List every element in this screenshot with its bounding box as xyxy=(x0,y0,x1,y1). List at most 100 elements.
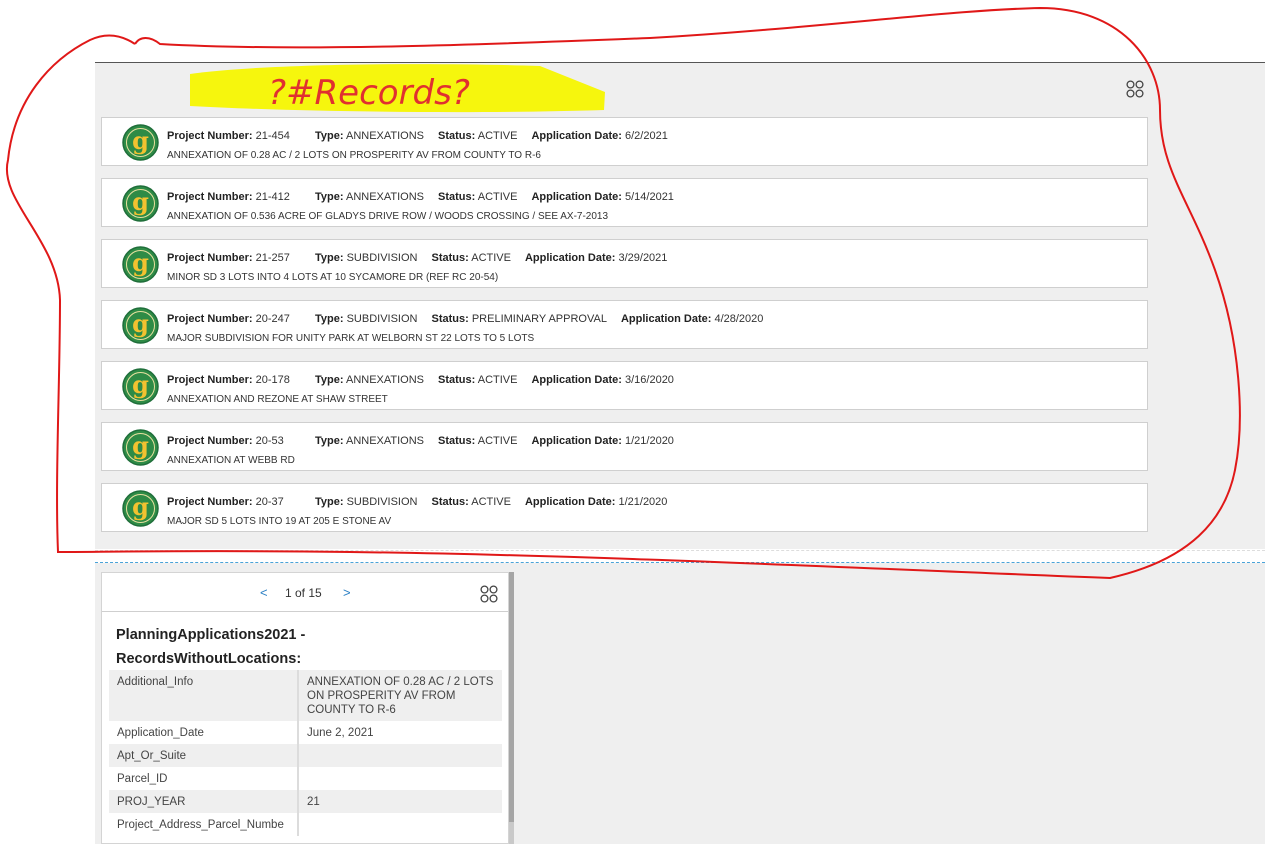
feature-popup: < 1 of 15 > PlanningApplications2021 - R… xyxy=(101,572,509,844)
project-number-value: 20-53 xyxy=(252,435,284,447)
record-status-value: ACTIVE xyxy=(475,374,518,386)
application-date-value: 3/16/2020 xyxy=(621,374,674,386)
record-status-label: Status: xyxy=(431,252,469,264)
record-type-field: Type: SUBDIVISION xyxy=(315,252,418,264)
section-divider xyxy=(95,550,1265,551)
record-status-field: Status: PRELIMINARY APPROVAL xyxy=(432,313,607,325)
attribute-key: Project_Address_Parcel_Numbe xyxy=(109,813,299,836)
attribute-value: 21 xyxy=(298,790,502,813)
popup-pager: < 1 of 15 > xyxy=(102,573,508,612)
application-date-field: Application Date: 1/21/2020 xyxy=(525,496,667,508)
application-date-value: 3/29/2021 xyxy=(615,252,668,264)
project-number-field: Project Number: 21-412 xyxy=(167,191,315,203)
record-description: ANNEXATION OF 0.536 ACRE OF GLADYS DRIVE… xyxy=(167,211,609,222)
table-row: PROJ_YEAR 21 xyxy=(109,790,502,813)
project-number-value: 21-412 xyxy=(252,191,290,203)
record-status-label: Status: xyxy=(431,313,469,325)
record-status-field: Status: ACTIVE xyxy=(432,496,511,508)
svg-text:g: g xyxy=(132,187,149,216)
application-date-label: Application Date: xyxy=(531,191,622,203)
record-card[interactable]: g Project Number: 21-454 Type: ANNEXATIONS… xyxy=(101,117,1148,166)
svg-text:g: g xyxy=(132,492,149,521)
record-type-value: ANNEXATIONS xyxy=(343,435,425,447)
city-logo-icon: g xyxy=(122,490,159,527)
record-card[interactable]: g Project Number: 20-178 Type: ANNEXATIONS… xyxy=(101,361,1148,410)
record-status-field: Status: ACTIVE xyxy=(438,191,517,203)
record-description: ANNEXATION AND REZONE AT SHAW STREET xyxy=(167,394,388,405)
record-type-value: ANNEXATIONS xyxy=(343,191,425,203)
record-type-field: Type: ANNEXATIONS xyxy=(315,374,424,386)
record-card[interactable]: g Project Number: 21-257 Type: SUBDIVISION… xyxy=(101,239,1148,288)
record-summary: Project Number: 21-257 Type: SUBDIVISION S… xyxy=(167,252,681,264)
grid-icon[interactable] xyxy=(480,585,498,603)
record-status-field: Status: ACTIVE xyxy=(438,435,517,447)
attribute-key: Parcel_ID xyxy=(109,767,299,790)
project-number-label: Project Number: xyxy=(167,252,253,264)
city-logo-icon: g xyxy=(122,307,159,344)
record-summary: Project Number: 20-37 Type: SUBDIVISION St… xyxy=(167,496,681,508)
pager-count: 1 of 15 xyxy=(285,586,322,600)
record-status-label: Status: xyxy=(431,496,469,508)
record-status-field: Status: ACTIVE xyxy=(438,130,517,142)
record-type-value: SUBDIVISION xyxy=(343,496,418,508)
record-type-label: Type: xyxy=(315,435,344,447)
application-date-label: Application Date: xyxy=(524,496,616,508)
record-type-label: Type: xyxy=(315,313,344,325)
record-description: MAJOR SD 5 LOTS INTO 19 AT 205 E STONE A… xyxy=(167,516,392,527)
project-number-value: 21-257 xyxy=(252,252,290,264)
record-type-label: Type: xyxy=(315,496,344,508)
project-number-label: Project Number: xyxy=(167,435,253,447)
record-status-value: ACTIVE xyxy=(475,130,518,142)
city-logo-icon: g xyxy=(122,429,159,466)
record-status-value: ACTIVE xyxy=(475,191,518,203)
project-number-field: Project Number: 21-454 xyxy=(167,130,315,142)
record-status-value: ACTIVE xyxy=(468,252,511,264)
popup-scrollbar-thumb[interactable] xyxy=(509,572,514,822)
attribute-key: Apt_Or_Suite xyxy=(109,744,299,767)
record-type-label: Type: xyxy=(315,130,344,142)
record-card[interactable]: g Project Number: 20-247 Type: SUBDIVISION… xyxy=(101,300,1148,349)
project-number-field: Project Number: 21-257 xyxy=(167,252,315,264)
record-card[interactable]: g Project Number: 21-412 Type: ANNEXATIONS… xyxy=(101,178,1148,227)
table-row: Apt_Or_Suite xyxy=(109,744,502,767)
record-type-field: Type: ANNEXATIONS xyxy=(315,435,424,447)
project-number-field: Project Number: 20-247 xyxy=(167,313,315,325)
record-description: ANNEXATION AT WEBB RD xyxy=(167,455,295,466)
record-type-field: Type: SUBDIVISION xyxy=(315,496,418,508)
project-number-field: Project Number: 20-53 xyxy=(167,435,315,447)
application-date-field: Application Date: 4/28/2020 xyxy=(621,313,763,325)
project-number-label: Project Number: xyxy=(167,496,253,508)
record-status-value: ACTIVE xyxy=(475,435,518,447)
application-date-field: Application Date: 1/21/2020 xyxy=(531,435,673,447)
attribute-key: Application_Date xyxy=(109,721,299,744)
record-type-value: SUBDIVISION xyxy=(343,313,418,325)
record-description: MINOR SD 3 LOTS INTO 4 LOTS AT 10 SYCAMO… xyxy=(167,272,499,283)
application-date-field: Application Date: 3/16/2020 xyxy=(531,374,673,386)
next-feature-button[interactable]: > xyxy=(343,585,351,600)
city-logo-icon: g xyxy=(122,185,159,222)
record-type-field: Type: ANNEXATIONS xyxy=(315,191,424,203)
popup-title-line2: RecordsWithoutLocations: xyxy=(116,651,302,667)
attribute-table: Additional_Info ANNEXATION OF 0.28 AC / … xyxy=(109,670,502,836)
svg-text:g: g xyxy=(132,248,149,277)
attribute-key: Additional_Info xyxy=(109,670,299,721)
grid-icon[interactable] xyxy=(1126,80,1144,98)
record-type-value: ANNEXATIONS xyxy=(343,130,425,142)
record-card[interactable]: g Project Number: 20-37 Type: SUBDIVISION S… xyxy=(101,483,1148,532)
popup-title: PlanningApplications2021 - RecordsWithou… xyxy=(116,623,416,671)
attribute-key: PROJ_YEAR xyxy=(109,790,299,813)
table-row: Additional_Info ANNEXATION OF 0.28 AC / … xyxy=(109,670,502,721)
attribute-value: June 2, 2021 xyxy=(307,727,374,739)
previous-feature-button[interactable]: < xyxy=(260,585,268,600)
attribute-value xyxy=(298,813,502,836)
record-status-label: Status: xyxy=(438,130,476,142)
record-status-field: Status: ACTIVE xyxy=(438,374,517,386)
record-status-value: PRELIMINARY APPROVAL xyxy=(468,313,607,325)
record-status-field: Status: ACTIVE xyxy=(432,252,511,264)
application-date-value: 6/2/2021 xyxy=(621,130,668,142)
city-logo-icon: g xyxy=(122,368,159,405)
record-summary: Project Number: 20-178 Type: ANNEXATIONS S… xyxy=(167,374,688,386)
record-type-label: Type: xyxy=(315,374,344,386)
attribute-value xyxy=(298,744,502,767)
record-card[interactable]: g Project Number: 20-53 Type: ANNEXATIONS S… xyxy=(101,422,1148,471)
